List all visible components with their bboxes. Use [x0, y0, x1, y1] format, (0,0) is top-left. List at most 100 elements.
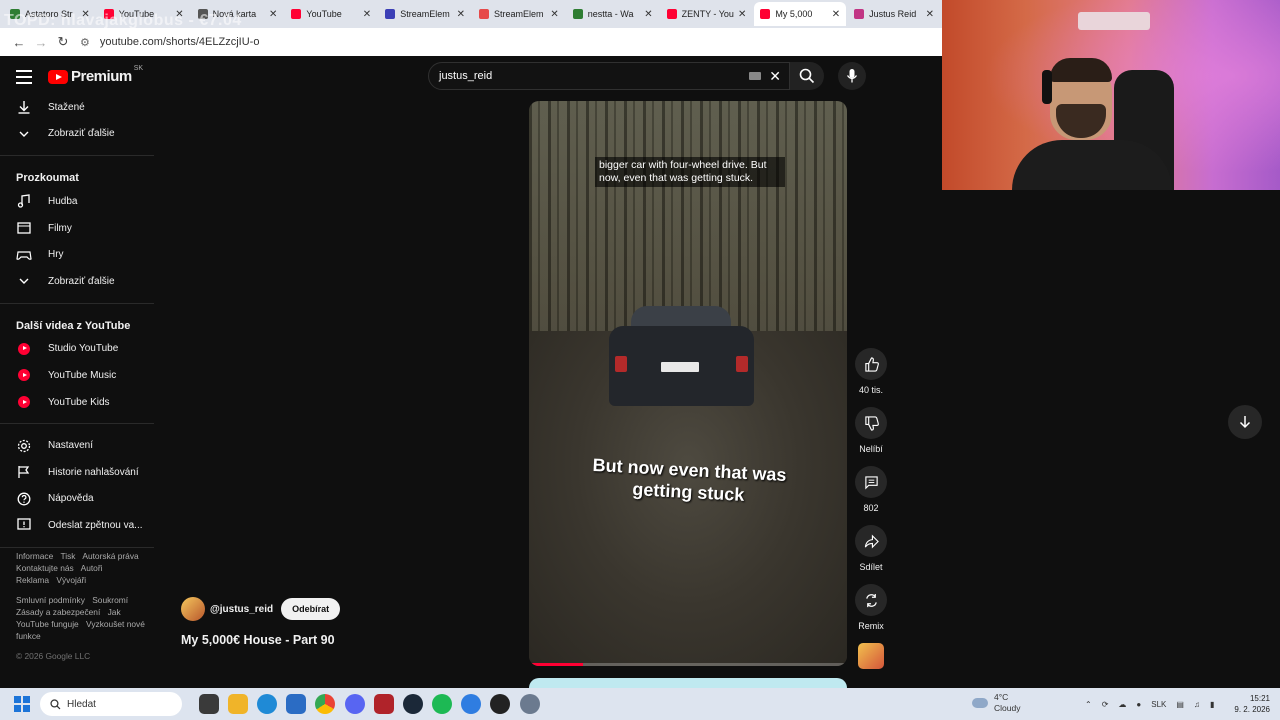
site-info-icon[interactable]: ⚙ [80, 36, 90, 49]
input-language[interactable]: SLK [1151, 700, 1166, 709]
sidebar-item[interactable]: Studio YouTube [0, 336, 154, 363]
settings-app-icon[interactable] [519, 694, 540, 714]
close-tab-icon[interactable]: ✕ [457, 9, 465, 20]
channel-handle[interactable]: @justus_reid [210, 604, 273, 615]
footer-link[interactable]: Vývojáři [56, 575, 86, 585]
edge-icon[interactable] [256, 694, 277, 714]
task-view-icon[interactable] [198, 694, 219, 714]
close-tab-icon[interactable]: ✕ [644, 9, 652, 20]
dislike-button[interactable] [855, 407, 887, 439]
channel-avatar[interactable] [181, 597, 205, 621]
taskbar-search-input[interactable]: Hledat [40, 692, 182, 716]
keyboard-icon[interactable] [749, 72, 761, 80]
search-button[interactable] [790, 62, 824, 90]
footer-link[interactable]: Informace [16, 551, 53, 561]
discord-icon[interactable] [344, 694, 365, 714]
sidebar-item[interactable]: YouTube Kids [0, 389, 154, 416]
browser-tab[interactable]: Justus Reid ✕ [848, 2, 940, 26]
video-frame-car [609, 306, 754, 416]
footer-link[interactable]: Autoři [81, 563, 103, 573]
reload-icon[interactable]: ↻ [52, 34, 74, 50]
footer-link[interactable]: Autorská práva [82, 551, 138, 561]
back-icon[interactable]: ← [8, 35, 30, 50]
url-field[interactable]: youtube.com/shorts/4ELZzcjIU-o [100, 36, 260, 48]
sidebar-item[interactable]: Stažené [0, 94, 154, 121]
windows-start-icon[interactable] [14, 696, 30, 712]
footer-link[interactable]: Zásady a zabezpečení [16, 607, 100, 617]
video-progress-bar[interactable] [529, 663, 847, 666]
footer-link[interactable]: Smluvní podmínky [16, 595, 85, 605]
share-button[interactable] [855, 525, 887, 557]
chrome-icon[interactable] [315, 694, 336, 714]
sidebar-item[interactable]: Nápověda [0, 486, 154, 513]
file-explorer-icon[interactable] [227, 694, 248, 714]
footer-link[interactable]: Reklama [16, 575, 49, 585]
youtube-premium-logo[interactable]: Premium SK [48, 65, 143, 85]
battery-icon[interactable]: ▮ [1210, 700, 1214, 709]
browser-tab[interactable]: My 5,000 ✕ [754, 2, 847, 26]
browser-tab[interactable]: ZENTY - You ✕ [661, 2, 753, 26]
taskbar-clock[interactable]: 15:21 9. 2. 2026 [1234, 693, 1270, 715]
dislike-action: Nelíbí [855, 407, 887, 454]
browser-tab[interactable]: StreamElem ✕ [473, 2, 565, 26]
sidebar-item[interactable]: Odeslat zpětnou va... [0, 512, 154, 539]
flag-icon [16, 464, 32, 480]
close-tab-icon[interactable]: ✕ [363, 9, 371, 20]
footer-link[interactable]: Tisk [60, 551, 75, 561]
remix-button[interactable] [855, 584, 887, 616]
sidebar: Stažené Zobraziť ďalšie Prozkoumat Hudba Fil… [0, 94, 154, 556]
obs-icon[interactable] [490, 694, 511, 714]
close-tab-icon[interactable]: ✕ [269, 9, 277, 20]
comments-button[interactable] [855, 466, 887, 498]
sidebar-item[interactable]: Zobraziť ďalšie [0, 268, 154, 295]
sidebar-item[interactable]: Hudba [0, 188, 154, 215]
weather-widget[interactable]: 4°C Cloudy [972, 692, 1020, 714]
chevron-up-icon[interactable]: ⌃ [1085, 700, 1092, 709]
sidebar-footer: Informace Tisk Autorská práva Kontaktujt… [16, 550, 146, 662]
close-tab-icon[interactable]: ✕ [926, 9, 934, 20]
spotify-icon[interactable] [432, 694, 453, 714]
clear-search-icon[interactable]: ✕ [769, 68, 781, 85]
shorts-video-player[interactable]: bigger car with four-wheel drive. But no… [529, 101, 847, 666]
sidebar-item[interactable]: Zobraziť ďalšie [0, 121, 154, 148]
close-tab-icon[interactable]: ✕ [550, 9, 558, 20]
forward-icon[interactable]: → [30, 35, 52, 50]
browser-tab[interactable]: YouTube ✕ [285, 2, 377, 26]
voice-search-button[interactable] [838, 62, 866, 90]
sidebar-item[interactable]: Historie nahlašování [0, 459, 154, 486]
subscribe-button[interactable]: Odebírat [281, 598, 341, 620]
cloud-sync-icon[interactable]: ☁ [1118, 700, 1126, 709]
chevron-down-icon [16, 273, 32, 289]
sidebar-item[interactable]: Hry [0, 241, 154, 268]
like-button[interactable] [855, 348, 887, 380]
search-input[interactable]: justus_reid ✕ [428, 62, 790, 90]
tab-favicon-icon [478, 9, 489, 19]
streaming-app-icon[interactable] [461, 694, 482, 714]
sidebar-item[interactable]: YouTube Music [0, 362, 154, 389]
sidebar-item[interactable]: Filmy [0, 215, 154, 242]
close-tab-icon[interactable]: ✕ [738, 9, 746, 20]
streamer-webcam [942, 0, 1280, 190]
cloud-icon [972, 698, 988, 708]
network-icon[interactable]: ▤ [1176, 700, 1184, 709]
youtube-play-icon [48, 69, 68, 84]
remix-icon [865, 593, 877, 607]
game-app-icon[interactable] [373, 694, 394, 714]
volume-icon[interactable]: ♫ [1194, 700, 1200, 709]
youtube-app-icon [16, 341, 32, 357]
sound-source-avatar[interactable] [858, 643, 884, 669]
close-tab-icon[interactable]: ✕ [832, 9, 840, 20]
browser-tab[interactable]: nestta - Wa ✕ [567, 2, 659, 26]
steam-icon[interactable] [402, 694, 423, 714]
sidebar-item[interactable]: Nastavení [0, 432, 154, 459]
store-icon[interactable] [286, 694, 307, 714]
sync-icon[interactable]: ⟳ [1102, 700, 1109, 709]
hamburger-menu-icon[interactable] [16, 70, 32, 88]
browser-tab[interactable]: StreamElem ✕ [379, 2, 471, 26]
youtube-app-icon [16, 367, 32, 383]
microphone-icon[interactable]: ● [1136, 700, 1141, 709]
next-short-button[interactable] [1228, 405, 1262, 439]
footer-link[interactable]: Kontaktujte nás [16, 563, 74, 573]
video-title[interactable]: My 5,000€ House - Part 90 [181, 633, 335, 647]
footer-link[interactable]: Soukromí [92, 595, 128, 605]
